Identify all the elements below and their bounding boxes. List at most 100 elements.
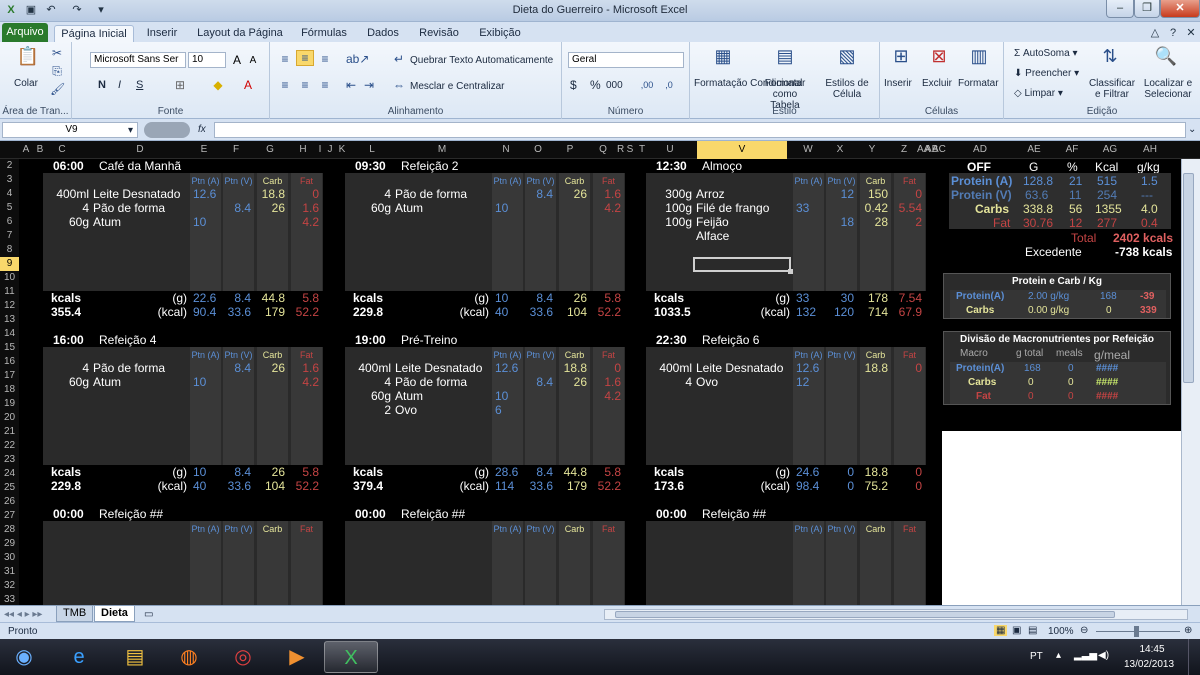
worksheet-grid[interactable]: OFF G % Kcal g/kg Protein (A) 128.8 21 5… [19, 159, 1181, 605]
row-header[interactable]: 10 [0, 271, 19, 285]
new-sheet-icon[interactable]: ▭ [144, 609, 153, 620]
shrink-font-icon[interactable]: A [246, 54, 260, 68]
column-header[interactable]: O [525, 143, 551, 157]
tab-review[interactable]: Revisão [414, 25, 464, 42]
media-player-icon[interactable]: ▶ [270, 641, 324, 673]
underline-button[interactable]: S [136, 80, 143, 91]
cut-icon[interactable]: ✂ [50, 46, 64, 60]
tab-home[interactable]: Página Inicial [54, 25, 134, 42]
language-indicator[interactable]: PT [1030, 651, 1043, 662]
sheet-nav-icons[interactable]: ◂◂ ◂ ▸ ▸▸ [4, 609, 42, 620]
column-header[interactable]: AG [1090, 143, 1130, 157]
conditional-format-button[interactable]: Formatação Condicional [694, 78, 802, 89]
vertical-scroll-thumb[interactable] [1183, 173, 1194, 383]
cell-styles-icon[interactable]: ▧ [834, 46, 860, 67]
format-cells-button[interactable]: Formatar [958, 78, 999, 89]
column-header[interactable]: AH [1135, 143, 1165, 157]
tab-formulas[interactable]: Fórmulas [296, 25, 352, 42]
column-header[interactable]: B [35, 143, 45, 157]
increase-indent-icon[interactable]: ⇥ [362, 78, 376, 92]
close-icon[interactable]: ✕ [1160, 0, 1200, 18]
format-painter-icon[interactable]: 🖌 [50, 82, 65, 96]
ribbon-minimize-icon[interactable]: △ [1148, 26, 1162, 40]
align-right-icon[interactable]: ≡ [318, 78, 332, 92]
white-chart-area[interactable] [942, 431, 1181, 605]
insert-cells-button[interactable]: Inserir [884, 78, 912, 89]
horizontal-scrollbar[interactable] [604, 609, 1188, 620]
column-header[interactable]: J [327, 143, 333, 157]
column-header[interactable]: R [617, 143, 624, 157]
borders-icon[interactable]: ⊞ [172, 78, 188, 92]
volume-icon[interactable]: ◀) [1098, 650, 1109, 661]
paste-button[interactable]: Colar [14, 78, 38, 89]
excel-taskbar-icon[interactable]: X [324, 641, 378, 673]
increase-decimal-icon[interactable]: ,00 [638, 78, 656, 92]
name-box[interactable]: V9 [2, 122, 138, 138]
sort-filter-icon[interactable]: ⇅ [1098, 46, 1122, 67]
row-header[interactable]: 26 [0, 495, 19, 509]
column-header[interactable]: P [555, 143, 585, 157]
expand-formula-icon[interactable]: ⌄ [1188, 124, 1196, 135]
row-header[interactable]: 19 [0, 397, 19, 411]
show-desktop-button[interactable] [1188, 639, 1200, 675]
column-header[interactable]: T [638, 143, 646, 157]
wrap-text-icon[interactable]: ↵ [392, 52, 406, 66]
column-header[interactable]: V [697, 141, 787, 159]
file-explorer-icon[interactable]: ▤ [108, 641, 162, 673]
restore-icon[interactable]: ❐ [1134, 0, 1160, 18]
fill-button[interactable]: ⬇ Preencher ▾ [1014, 68, 1079, 79]
tab-file[interactable]: Arquivo [2, 23, 48, 42]
clear-button[interactable]: ◇ Limpar ▾ [1014, 88, 1063, 99]
orientation-icon[interactable]: ab↗ [346, 52, 369, 66]
vertical-scrollbar[interactable] [1181, 159, 1200, 605]
row-header[interactable]: 24 [0, 467, 19, 481]
row-header[interactable]: 15 [0, 341, 19, 355]
fill-handle[interactable] [788, 269, 793, 274]
decrease-decimal-icon[interactable]: ,0 [660, 78, 678, 92]
thousands-button[interactable]: 000 [606, 80, 623, 91]
row-header[interactable]: 23 [0, 453, 19, 467]
zoom-out-icon[interactable]: ⊖ [1080, 625, 1088, 636]
chrome-icon[interactable]: ◎ [216, 641, 270, 673]
clock-date[interactable]: 13/02/2013 [1124, 659, 1174, 670]
column-header[interactable]: AB [925, 143, 938, 157]
row-header[interactable]: 20 [0, 411, 19, 425]
find-select-button[interactable]: Localizar e Selecionar [1140, 78, 1196, 100]
tab-insert[interactable]: Inserir [140, 25, 184, 42]
window-close-small-icon[interactable]: ✕ [1184, 26, 1198, 40]
column-header[interactable]: G [255, 143, 285, 157]
column-header[interactable]: K [338, 143, 346, 157]
row-header[interactable]: 16 [0, 355, 19, 369]
column-header[interactable]: AE [1020, 143, 1048, 157]
cell-styles-button[interactable]: Estilos de Célula [820, 78, 874, 100]
column-header[interactable]: Z [890, 143, 918, 157]
row-header[interactable]: 27 [0, 509, 19, 523]
copy-icon[interactable]: ⎘ [50, 64, 64, 78]
column-header[interactable]: U [649, 143, 691, 157]
align-left-icon[interactable]: ≡ [278, 78, 292, 92]
normal-view-icon[interactable]: ▦ [994, 625, 1008, 636]
column-header[interactable]: AD [950, 143, 1010, 157]
row-header[interactable]: 13 [0, 313, 19, 327]
column-header[interactable]: L [349, 143, 395, 157]
decrease-indent-icon[interactable]: ⇤ [344, 78, 358, 92]
delete-cells-icon[interactable]: ⊠ [926, 46, 952, 67]
row-header[interactable]: 9 [0, 257, 19, 271]
fill-color-icon[interactable]: ◆ [210, 78, 226, 92]
page-break-view-icon[interactable]: ▤ [1028, 625, 1037, 636]
column-header[interactable]: E [191, 143, 217, 157]
row-header[interactable]: 7 [0, 229, 19, 243]
row-header[interactable]: 32 [0, 579, 19, 593]
horizontal-scroll-thumb[interactable] [615, 611, 1115, 618]
row-header[interactable]: 30 [0, 551, 19, 565]
percent-button[interactable]: % [590, 79, 601, 91]
merge-center-icon[interactable]: ⇔ [392, 78, 406, 92]
column-header[interactable]: I [317, 143, 323, 157]
network-icon[interactable]: ▂▃▅ [1074, 650, 1097, 661]
font-color-icon[interactable]: A [240, 78, 256, 92]
italic-button[interactable]: I [118, 80, 121, 91]
conditional-format-icon[interactable]: ▦ [710, 46, 736, 67]
row-header[interactable]: 28 [0, 523, 19, 537]
zoom-in-icon[interactable]: ⊕ [1184, 625, 1192, 636]
fx-button[interactable]: fx [198, 124, 206, 135]
